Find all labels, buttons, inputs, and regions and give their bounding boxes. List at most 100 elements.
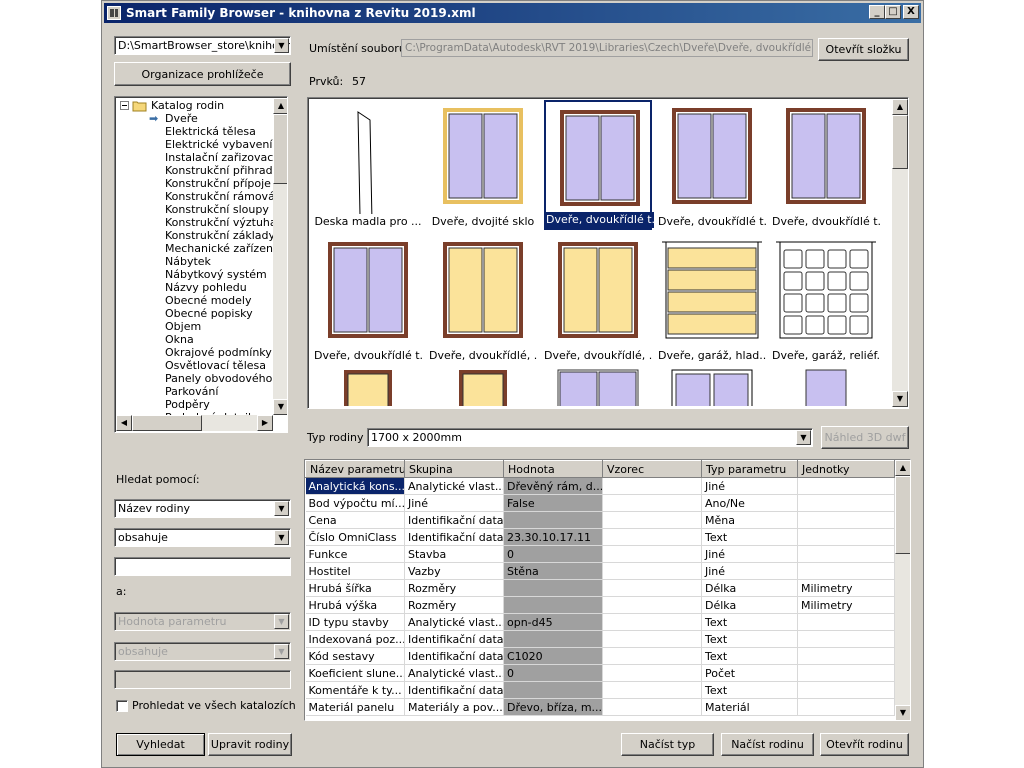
- table-cell[interactable]: [602, 681, 702, 699]
- scroll-thumb[interactable]: [895, 476, 910, 554]
- tree-item[interactable]: Obecné popisky: [165, 307, 253, 320]
- table-cell[interactable]: [797, 477, 895, 495]
- gallery-item[interactable]: Dveře, dvoukřídlé t...: [314, 234, 422, 364]
- table-cell[interactable]: [503, 579, 603, 597]
- table-cell[interactable]: [797, 528, 895, 546]
- table-cell[interactable]: Koeficient slune...: [305, 664, 405, 682]
- tree-item[interactable]: Instalační zařizovací př: [165, 151, 287, 164]
- table-cell[interactable]: [797, 545, 895, 563]
- table-cell[interactable]: Materiál panelu: [305, 698, 405, 716]
- tree-item[interactable]: Názvy pohledu: [165, 281, 247, 294]
- gallery-item[interactable]: [544, 366, 652, 408]
- table-cell[interactable]: [503, 596, 603, 614]
- table-cell[interactable]: Jiné: [701, 545, 798, 563]
- scroll-up-icon[interactable]: ▲: [895, 460, 910, 476]
- table-cell[interactable]: Analytické vlast...: [404, 664, 504, 682]
- gallery-item[interactable]: [658, 366, 766, 408]
- gallery-item[interactable]: Dveře, garáž, hlad...: [658, 234, 766, 364]
- table-cell[interactable]: 0: [503, 545, 603, 563]
- table-cell[interactable]: [602, 698, 702, 716]
- table-cell[interactable]: Stěna: [503, 562, 603, 580]
- table-row[interactable]: Číslo OmniClass Identifikační data 23.30.1…: [305, 528, 895, 546]
- table-cell[interactable]: Indexovaná poz...: [305, 630, 405, 648]
- table-cell[interactable]: [503, 681, 603, 699]
- table-cell[interactable]: Číslo OmniClass: [305, 528, 405, 546]
- search-by-select[interactable]: Název rodiny ▼: [114, 499, 291, 518]
- scroll-down-icon[interactable]: ▼: [895, 705, 910, 720]
- open-family-button[interactable]: Otevřít rodinu: [820, 733, 909, 756]
- table-cell[interactable]: [797, 698, 895, 716]
- table-cell[interactable]: Kód sestavy: [305, 647, 405, 665]
- table-cell[interactable]: Rozměry: [404, 579, 504, 597]
- table-cell[interactable]: Identifikační data: [404, 528, 504, 546]
- table-cell[interactable]: Bod výpočtu mí...: [305, 494, 405, 512]
- gallery-item[interactable]: Dveře, dvojité sklo: [429, 100, 537, 230]
- scroll-left-icon[interactable]: ◀: [116, 415, 132, 431]
- table-cell[interactable]: [602, 613, 702, 631]
- search-text2-input[interactable]: [114, 670, 291, 689]
- gallery-item[interactable]: [314, 366, 422, 408]
- table-cell[interactable]: Rozměry: [404, 596, 504, 614]
- column-header[interactable]: Vzorec: [602, 460, 702, 478]
- table-row[interactable]: Analytická kons... Analytické vlast... Dře…: [305, 477, 895, 495]
- search-text-input[interactable]: [114, 557, 291, 576]
- column-header[interactable]: Skupina: [404, 460, 504, 478]
- table-cell[interactable]: False: [503, 494, 603, 512]
- minimize-button[interactable]: _: [869, 5, 885, 19]
- table-row[interactable]: Hrubá šířka Rozměry Délka Milimetry: [305, 579, 895, 597]
- table-row[interactable]: Komentáře k ty... Identifikační data Text: [305, 681, 895, 699]
- table-cell[interactable]: [602, 477, 702, 495]
- table-cell[interactable]: C1020: [503, 647, 603, 665]
- table-cell[interactable]: [602, 664, 702, 682]
- table-cell[interactable]: Jiné: [701, 477, 798, 495]
- organize-browser-button[interactable]: Organizace prohlížeče: [114, 62, 291, 86]
- table-cell[interactable]: Cena: [305, 511, 405, 529]
- table-cell[interactable]: 23.30.10.17.11: [503, 528, 603, 546]
- chevron-down-icon[interactable]: ▼: [274, 501, 289, 516]
- table-cell[interactable]: Milimetry: [797, 596, 895, 614]
- table-cell[interactable]: Délka: [701, 579, 798, 597]
- chevron-down-icon[interactable]: ▼: [274, 644, 289, 659]
- tree-item[interactable]: Elektrické vybavení: [165, 138, 272, 151]
- table-cell[interactable]: Dřevo, bříza, m...: [503, 698, 603, 716]
- table-cell[interactable]: opn-d45: [503, 613, 603, 631]
- table-row[interactable]: Koeficient slune... Analytické vlast... 0 P…: [305, 664, 895, 682]
- h-scroll-thumb[interactable]: [132, 415, 202, 431]
- tree-item[interactable]: Osvětlovací tělesa: [165, 359, 266, 372]
- table-cell[interactable]: Identifikační data: [404, 647, 504, 665]
- table-cell[interactable]: [602, 528, 702, 546]
- table-cell[interactable]: Měna: [701, 511, 798, 529]
- tree-item[interactable]: Panely obvodového p: [165, 372, 283, 385]
- scroll-thumb[interactable]: [273, 114, 287, 184]
- table-cell[interactable]: [602, 511, 702, 529]
- tree-item[interactable]: Elektrická tělesa: [165, 125, 256, 138]
- chevron-down-icon[interactable]: ▼: [796, 430, 811, 445]
- table-cell[interactable]: Analytické vlast...: [404, 613, 504, 631]
- table-cell[interactable]: Milimetry: [797, 579, 895, 597]
- tree-item[interactable]: Objem: [165, 320, 201, 333]
- table-row[interactable]: Indexovaná poz... Identifikační data Text: [305, 630, 895, 648]
- chevron-down-icon[interactable]: ▼: [274, 614, 289, 629]
- tree-item[interactable]: Podpěry: [165, 398, 210, 411]
- gallery-item[interactable]: Dveře, garáž, reliéf...: [772, 234, 880, 364]
- scroll-up-icon[interactable]: ▲: [273, 98, 287, 114]
- table-cell[interactable]: [602, 579, 702, 597]
- tree-vertical-scrollbar[interactable]: ▲ ▼: [273, 98, 287, 415]
- table-cell[interactable]: Materiál: [701, 698, 798, 716]
- table-cell[interactable]: Délka: [701, 596, 798, 614]
- scroll-up-icon[interactable]: ▲: [892, 99, 908, 115]
- gallery-item[interactable]: Deska madla pro ...: [314, 100, 422, 230]
- gallery-scrollbar[interactable]: ▲ ▼: [892, 99, 908, 407]
- table-cell[interactable]: Text: [701, 613, 798, 631]
- title-bar[interactable]: Smart Family Browser - knihovna z Revitu…: [104, 3, 921, 23]
- tree-item[interactable]: Konstrukční rámová kc: [165, 190, 287, 203]
- table-cell[interactable]: Identifikační data: [404, 630, 504, 648]
- load-family-button[interactable]: Načíst rodinu: [721, 733, 814, 756]
- table-cell[interactable]: Materiály a pov...: [404, 698, 504, 716]
- gallery-item[interactable]: Dveře, dvoukřídlé t...: [658, 100, 766, 230]
- table-cell[interactable]: [797, 511, 895, 529]
- family-gallery[interactable]: Deska madla pro ... Dveře, dvojité sklo Dv…: [307, 97, 909, 409]
- table-cell[interactable]: Text: [701, 681, 798, 699]
- table-cell[interactable]: Jiné: [701, 562, 798, 580]
- table-cell[interactable]: 0: [503, 664, 603, 682]
